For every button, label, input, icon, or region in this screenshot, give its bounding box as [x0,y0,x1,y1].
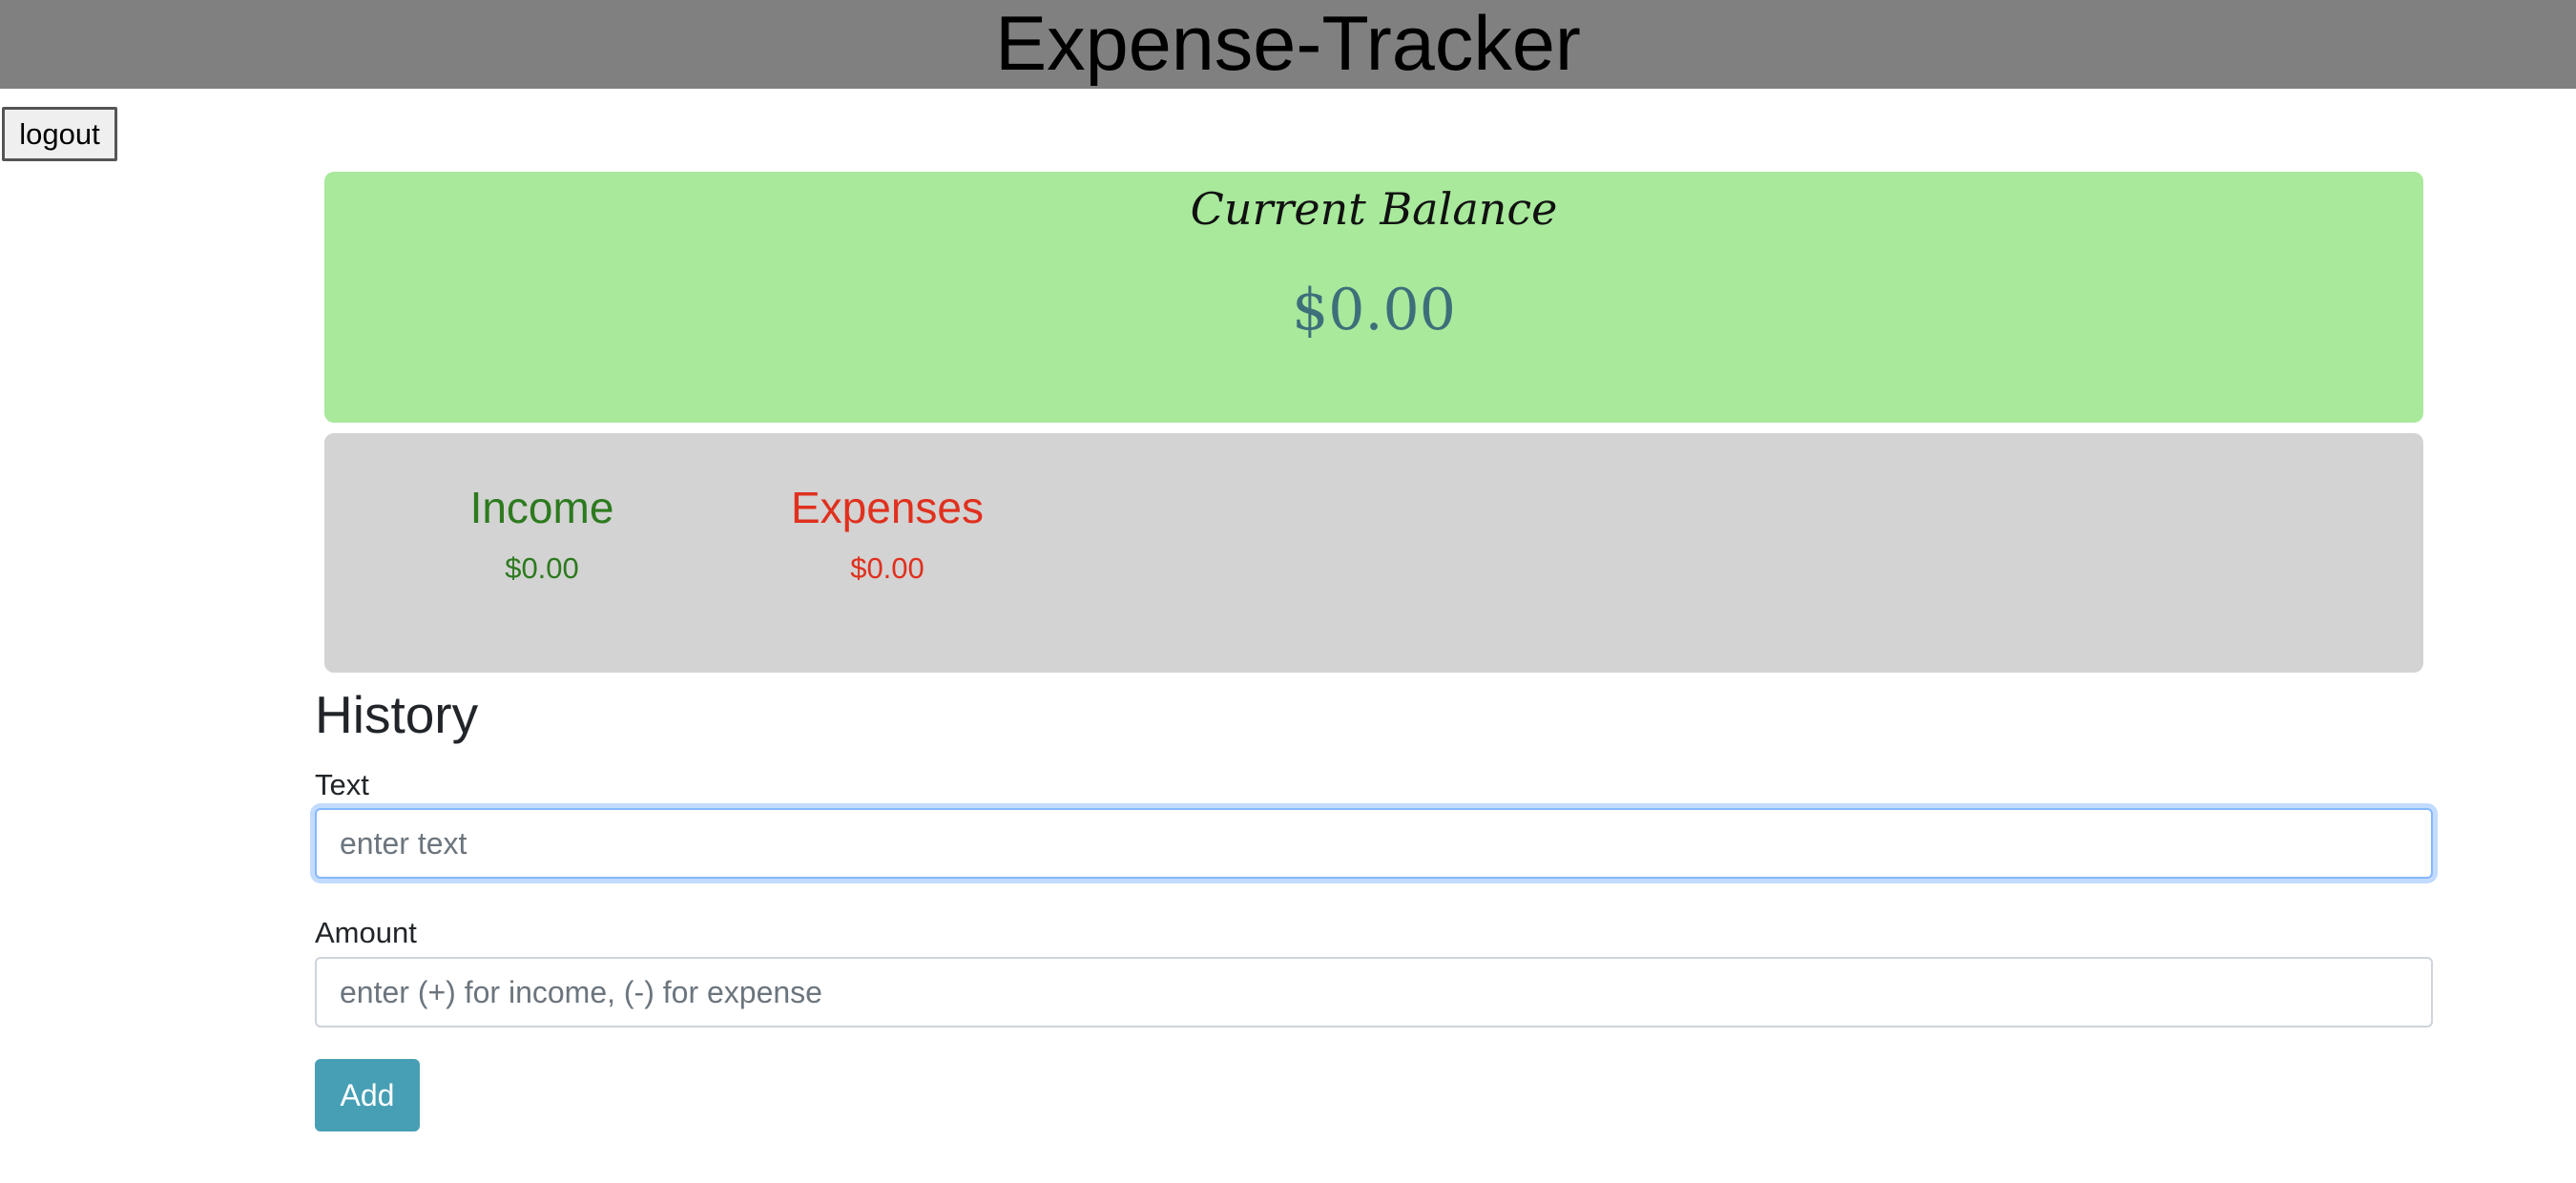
text-field-label: Text [315,768,369,801]
expense-value: $0.00 [850,551,924,585]
text-input[interactable] [315,808,2433,879]
expense-section: Expenses $0.00 [744,481,1030,586]
add-button[interactable]: Add [315,1059,420,1131]
balance-card: Current Balance $0.00 [324,172,2423,423]
history-heading: History [315,685,479,744]
app-header: Expense-Tracker [0,0,2576,89]
amount-input[interactable] [315,957,2433,1027]
income-expense-summary: Income $0.00 Expenses $0.00 [324,433,2423,673]
balance-value: $0.00 [1292,277,1456,343]
income-value: $0.00 [505,551,579,585]
app-title: Expense-Tracker [995,1,1581,87]
income-section: Income $0.00 [399,481,685,586]
amount-field-label: Amount [315,916,417,949]
logout-button[interactable]: logout [2,107,117,161]
income-label: Income [469,483,614,532]
balance-title: Current Balance [1190,183,1558,235]
expense-label: Expenses [790,483,984,532]
